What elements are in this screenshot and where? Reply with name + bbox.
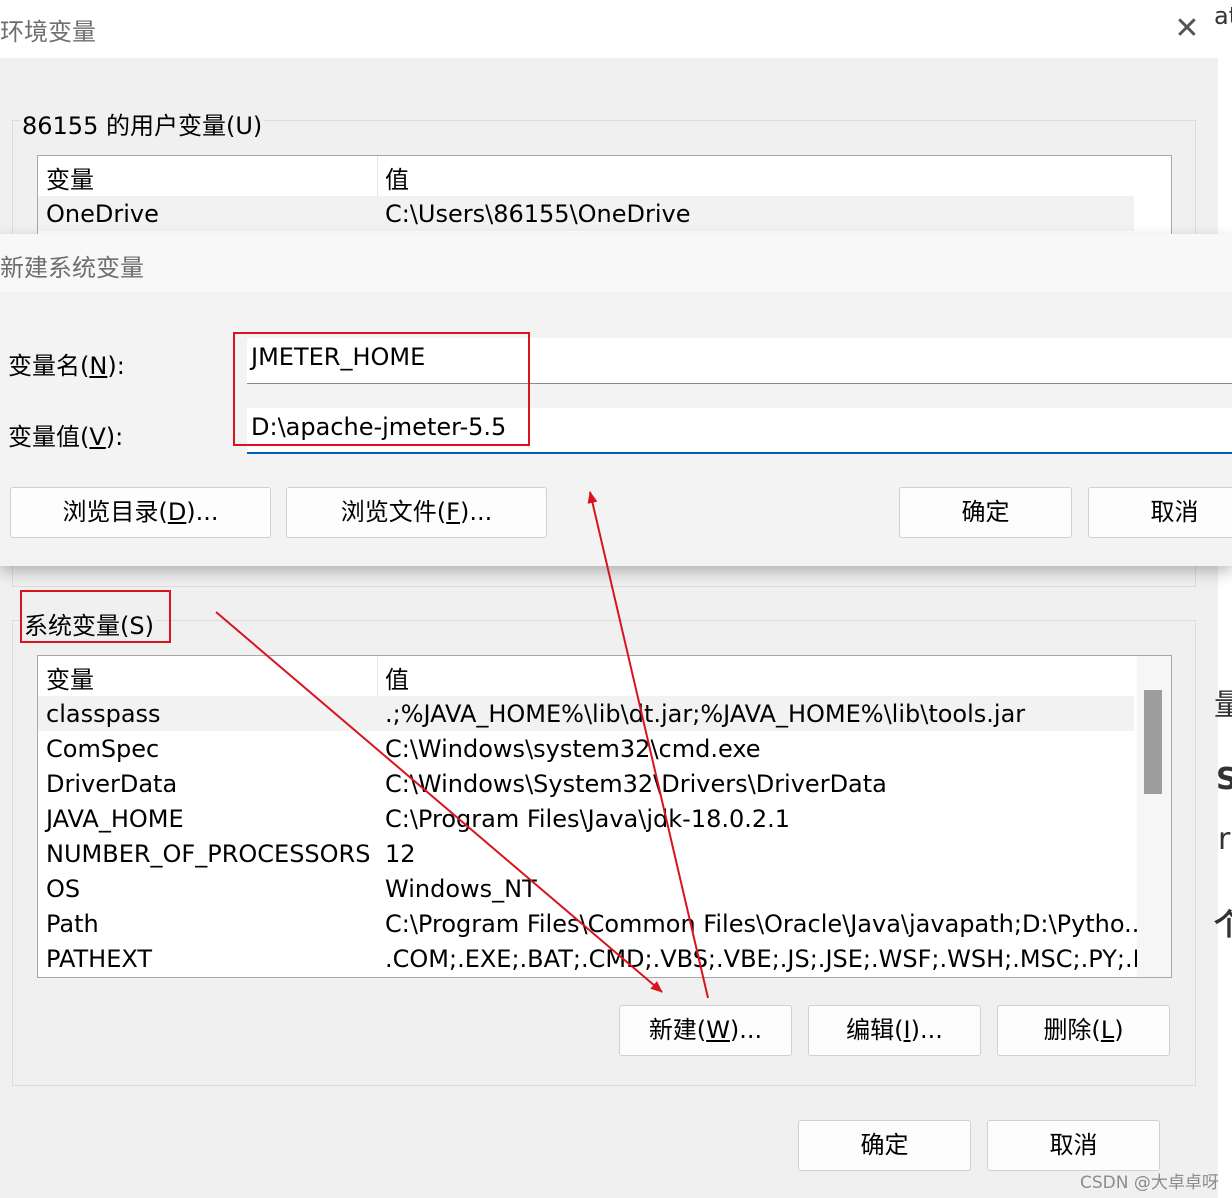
annotation-arrow <box>587 491 709 999</box>
annotation-arrow <box>215 611 663 993</box>
watermark: CSDN @大卓卓呀 <box>1080 1173 1219 1193</box>
annotation-arrows <box>215 491 709 999</box>
